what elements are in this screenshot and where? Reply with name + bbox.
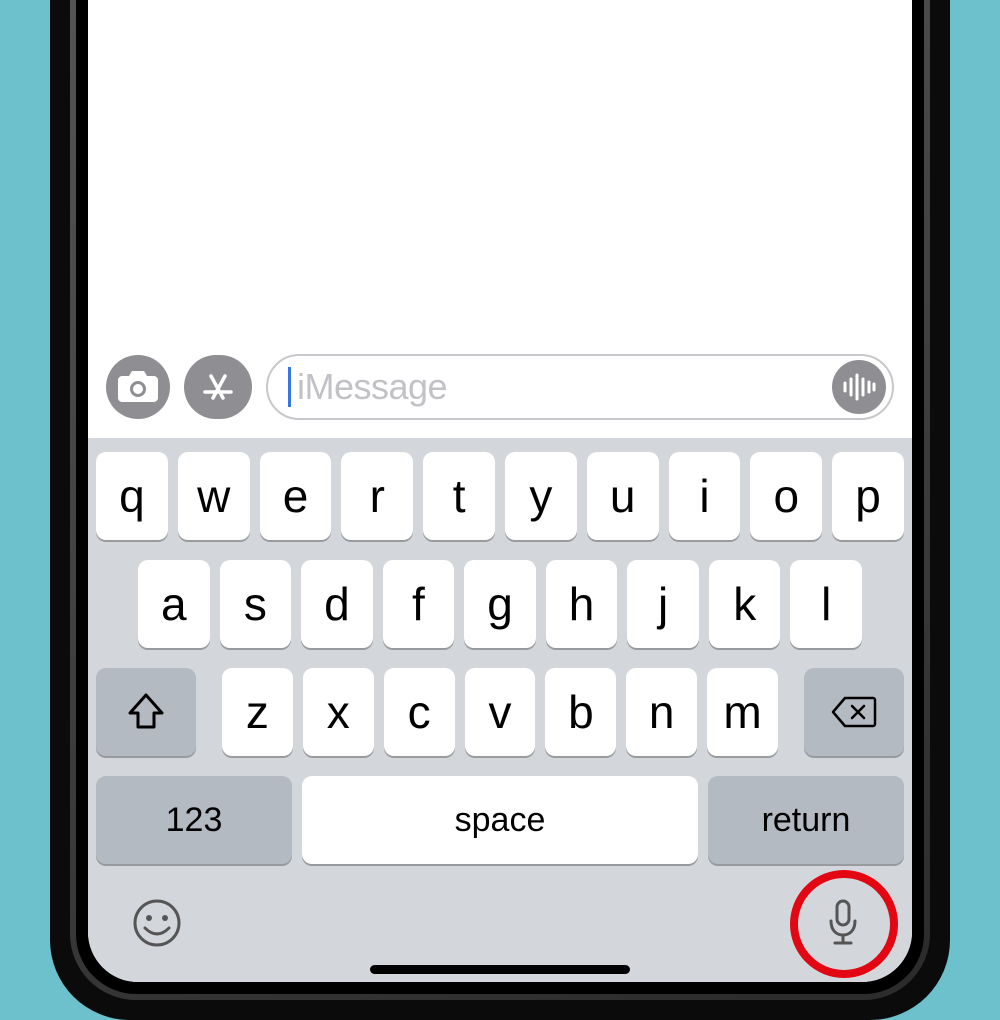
key-b[interactable]: b (545, 668, 616, 756)
keyboard: q w e r t y u i o p a s d f g h j k l (88, 438, 912, 874)
keyboard-row-2: a s d f g h j k l (96, 560, 904, 648)
key-z[interactable]: z (222, 668, 293, 756)
key-r[interactable]: r (341, 452, 413, 540)
message-placeholder: iMessage (297, 366, 447, 408)
space-key[interactable]: space (302, 776, 698, 864)
keyboard-row-4: 123 space return (96, 776, 904, 864)
key-l[interactable]: l (790, 560, 862, 648)
camera-button[interactable] (106, 355, 170, 419)
waveform-icon (841, 373, 877, 401)
key-v[interactable]: v (465, 668, 536, 756)
text-cursor (288, 367, 291, 407)
return-key[interactable]: return (708, 776, 904, 864)
backspace-icon (831, 695, 877, 729)
audio-message-button[interactable] (832, 360, 886, 414)
message-input-row: iMessage (88, 344, 912, 438)
shift-icon (126, 693, 166, 731)
key-k[interactable]: k (709, 560, 781, 648)
key-t[interactable]: t (423, 452, 495, 540)
key-p[interactable]: p (832, 452, 904, 540)
key-i[interactable]: i (669, 452, 741, 540)
keyboard-row-1: q w e r t y u i o p (96, 452, 904, 540)
key-d[interactable]: d (301, 560, 373, 648)
key-g[interactable]: g (464, 560, 536, 648)
key-o[interactable]: o (750, 452, 822, 540)
key-a[interactable]: a (138, 560, 210, 648)
emoji-button[interactable] (128, 894, 186, 952)
key-j[interactable]: j (627, 560, 699, 648)
app-store-icon (200, 369, 236, 405)
phone-frame: iMessage q (50, 0, 950, 1020)
key-m[interactable]: m (707, 668, 778, 756)
key-c[interactable]: c (384, 668, 455, 756)
dictation-button[interactable] (814, 894, 872, 952)
key-q[interactable]: q (96, 452, 168, 540)
keyboard-row-3: z x c v b n m (96, 668, 904, 756)
screen: iMessage q (88, 0, 912, 982)
key-u[interactable]: u (587, 452, 659, 540)
key-h[interactable]: h (546, 560, 618, 648)
key-n[interactable]: n (626, 668, 697, 756)
emoji-icon (132, 898, 182, 948)
numeric-key[interactable]: 123 (96, 776, 292, 864)
key-f[interactable]: f (383, 560, 455, 648)
message-input[interactable]: iMessage (266, 354, 894, 420)
key-s[interactable]: s (220, 560, 292, 648)
shift-key[interactable] (96, 668, 196, 756)
backspace-key[interactable] (804, 668, 904, 756)
home-indicator[interactable] (370, 965, 630, 974)
phone-bezel: iMessage q (70, 0, 930, 1000)
key-w[interactable]: w (178, 452, 250, 540)
key-y[interactable]: y (505, 452, 577, 540)
app-store-button[interactable] (184, 355, 252, 419)
phone-inner-frame: iMessage q (76, 0, 924, 994)
key-e[interactable]: e (260, 452, 332, 540)
conversation-area[interactable] (88, 0, 912, 344)
microphone-icon (823, 897, 863, 949)
key-x[interactable]: x (303, 668, 374, 756)
camera-icon (118, 371, 158, 403)
